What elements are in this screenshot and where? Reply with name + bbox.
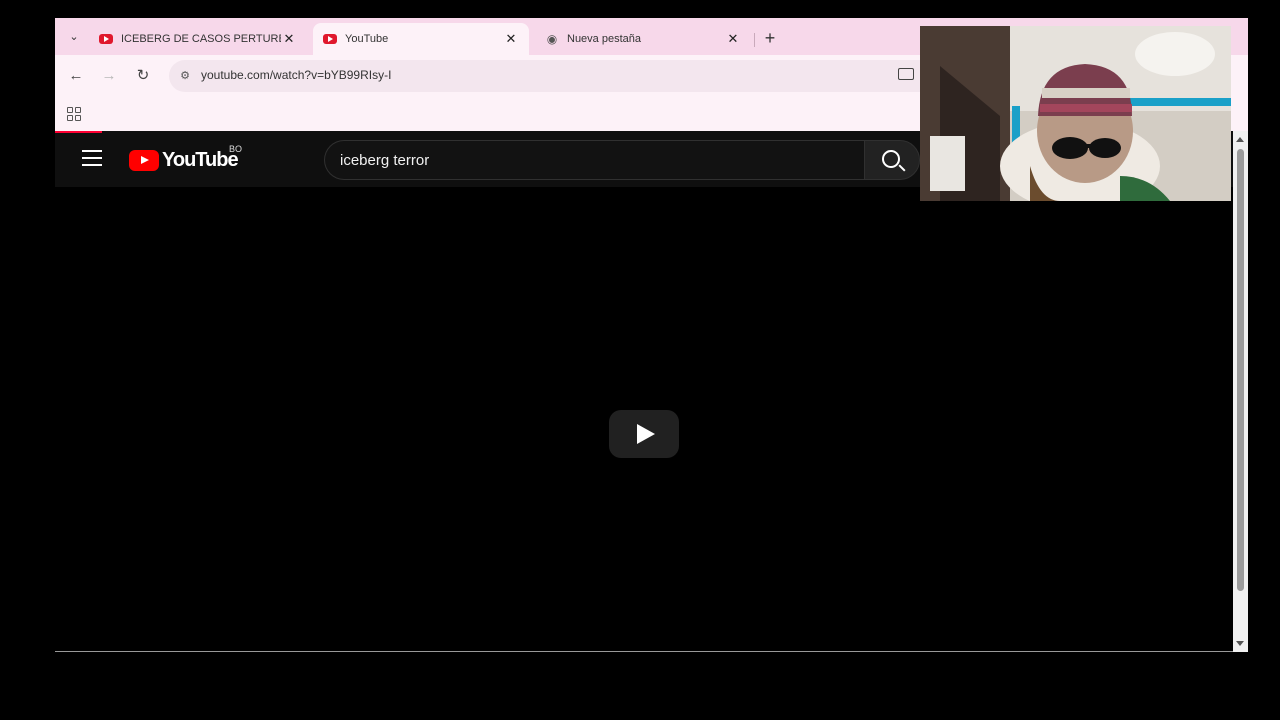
url-text[interactable]: youtube.com/watch?v=bYB99RIsy-I: [201, 68, 391, 82]
site-info-icon[interactable]: ⚙: [177, 68, 193, 84]
cast-icon[interactable]: [898, 68, 914, 80]
hamburger-menu-icon[interactable]: [82, 150, 102, 166]
youtube-icon: [323, 34, 337, 44]
youtube-page: YouTube BO: [55, 131, 1233, 652]
youtube-wordmark: YouTube: [162, 148, 239, 171]
back-arrow-icon[interactable]: ←: [66, 66, 86, 86]
video-player[interactable]: [55, 187, 1233, 652]
tab-search-chevron-icon[interactable]: ⌄: [63, 28, 85, 46]
webcam-overlay: [920, 26, 1231, 201]
close-icon[interactable]: ✕: [725, 31, 741, 47]
player-progress-line: [55, 651, 1233, 652]
tab-title: Nueva pestaña: [567, 33, 641, 45]
search-button[interactable]: [864, 140, 920, 180]
loading-progress-bar: [55, 131, 102, 133]
tab-youtube[interactable]: YouTube ✕: [313, 23, 529, 55]
tab-iceberg[interactable]: ICEBERG DE CASOS PERTURBADORES ✕: [89, 23, 307, 55]
screen: ⌄ ICEBERG DE CASOS PERTURBADORES ✕ YouTu…: [0, 0, 1280, 720]
scroll-thumb[interactable]: [1237, 149, 1244, 591]
close-icon[interactable]: ✕: [281, 31, 297, 47]
scroll-up-arrow-icon[interactable]: [1236, 137, 1244, 142]
tab-title: YouTube: [345, 33, 389, 45]
new-tab-button[interactable]: +: [759, 27, 781, 49]
tab-separator: [754, 33, 755, 47]
forward-arrow-icon[interactable]: →: [99, 66, 119, 86]
play-button[interactable]: [609, 410, 679, 458]
youtube-play-logo-icon: [129, 149, 159, 171]
search-icon: [882, 150, 900, 168]
close-icon[interactable]: ✕: [503, 31, 519, 47]
country-code: BO: [229, 144, 243, 154]
scroll-down-arrow-icon[interactable]: [1236, 641, 1244, 646]
tab-nueva-pestana[interactable]: ◉ Nueva pestaña ✕: [535, 23, 751, 55]
tab-title: ICEBERG DE CASOS PERTURBADORES: [121, 33, 281, 45]
reload-icon[interactable]: ↻: [133, 66, 153, 86]
youtube-icon: [99, 34, 113, 44]
search-box[interactable]: [324, 140, 864, 180]
apps-grid-icon[interactable]: [67, 107, 81, 121]
webcam-image: [920, 26, 1231, 201]
page-scrollbar[interactable]: [1233, 131, 1248, 652]
incognito-icon: ◉: [546, 32, 558, 46]
youtube-logo[interactable]: YouTube BO: [129, 144, 242, 172]
search-input[interactable]: [340, 141, 850, 179]
